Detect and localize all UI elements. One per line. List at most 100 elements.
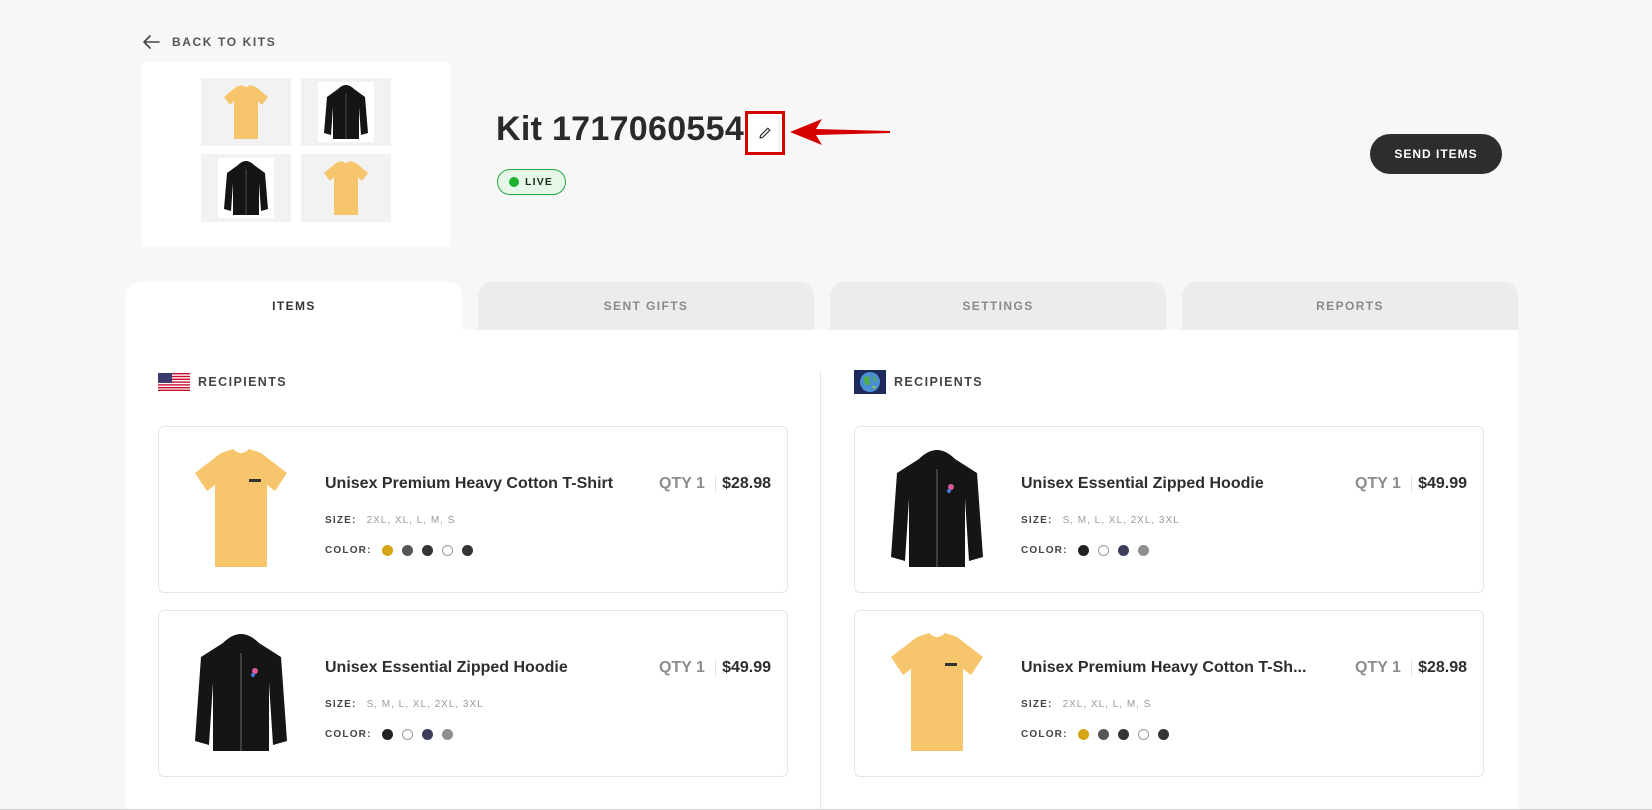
preview-hoodie-thumb — [201, 154, 291, 222]
color-swatch[interactable] — [1077, 729, 1089, 740]
color-swatch[interactable] — [421, 729, 433, 740]
us-recipients-header: RECIPIENTS — [158, 373, 287, 391]
color-swatch[interactable] — [441, 545, 453, 556]
color-swatch[interactable] — [1137, 545, 1149, 556]
size-values: 2XL, XL, L, M, S — [366, 515, 456, 526]
product-quantity: QTY 1 — [659, 475, 716, 493]
tab-items[interactable]: ITEMS — [126, 282, 462, 330]
kit-title: Kit 1717060554 — [496, 110, 745, 148]
color-swatches — [381, 729, 453, 740]
color-swatch[interactable] — [1097, 729, 1109, 740]
hoodie-image — [891, 450, 983, 567]
color-swatch[interactable] — [441, 729, 453, 740]
live-dot-icon — [509, 177, 519, 187]
annotation-arrow — [790, 119, 890, 145]
product-sizes: SIZE: S, M, L, XL, 2XL, 3XL — [1021, 515, 1180, 526]
back-to-kits-label: BACK TO KITS — [172, 35, 277, 49]
color-swatches — [1077, 729, 1169, 740]
size-values: S, M, L, XL, 2XL, 3XL — [1062, 515, 1180, 526]
arrow-left-icon — [143, 35, 160, 49]
color-swatch[interactable] — [381, 729, 393, 740]
size-label: SIZE: — [325, 699, 357, 710]
color-label: COLOR: — [325, 545, 372, 556]
size-label: SIZE: — [325, 515, 357, 526]
color-swatch[interactable] — [381, 545, 393, 556]
product-quantity: QTY 1 — [1355, 475, 1412, 493]
product-name: Unisex Premium Heavy Cotton T-Sh... — [1021, 659, 1307, 676]
product-image — [883, 627, 991, 759]
preview-hoodie-thumb — [301, 78, 391, 146]
section-divider — [820, 370, 821, 810]
color-swatch[interactable] — [401, 729, 413, 740]
product-image — [187, 627, 295, 759]
status-badge: LIVE — [497, 169, 567, 195]
status-label: LIVE — [525, 176, 554, 188]
product-colors: COLOR: — [325, 729, 453, 740]
size-label: SIZE: — [1021, 699, 1053, 710]
product-colors: COLOR: — [1021, 545, 1149, 556]
color-swatch[interactable] — [421, 545, 433, 556]
product-sizes: SIZE: S, M, L, XL, 2XL, 3XL — [325, 699, 484, 710]
product-name: Unisex Essential Zipped Hoodie — [1021, 475, 1264, 492]
product-card[interactable]: Unisex Essential Zipped Hoodie QTY 1 $49… — [854, 426, 1484, 593]
color-swatches — [381, 545, 473, 556]
product-colors: COLOR: — [1021, 729, 1169, 740]
product-quantity: QTY 1 — [1355, 659, 1412, 677]
product-card[interactable]: Unisex Essential Zipped Hoodie QTY 1 $49… — [158, 610, 788, 777]
kit-detail-page: BACK TO KITS Kit 1717060554 LIVE SEND IT… — [0, 0, 1652, 810]
us-flag-icon — [158, 373, 190, 391]
size-label: SIZE: — [1021, 515, 1053, 526]
product-card[interactable]: Unisex Premium Heavy Cotton T-Shirt QTY … — [158, 426, 788, 593]
back-to-kits-link[interactable]: BACK TO KITS — [142, 34, 276, 50]
send-items-button[interactable]: SEND ITEMS — [1370, 134, 1502, 174]
color-swatch[interactable] — [1117, 545, 1129, 556]
product-sizes: SIZE: 2XL, XL, L, M, S — [325, 515, 455, 526]
color-label: COLOR: — [1021, 729, 1068, 740]
product-colors: COLOR: — [325, 545, 473, 556]
color-label: COLOR: — [325, 729, 372, 740]
color-label: COLOR: — [1021, 545, 1068, 556]
hoodie-image — [195, 634, 287, 751]
international-recipients-header: RECIPIENTS — [854, 370, 983, 394]
size-values: S, M, L, XL, 2XL, 3XL — [366, 699, 484, 710]
color-swatches — [1077, 545, 1149, 556]
product-price: $28.98 — [722, 475, 771, 492]
product-name: Unisex Essential Zipped Hoodie — [325, 659, 568, 676]
color-swatch[interactable] — [1077, 545, 1089, 556]
tab-sent-gifts[interactable]: SENT GIFTS — [478, 282, 814, 330]
section-label: RECIPIENTS — [198, 375, 288, 389]
preview-tshirt-thumb — [201, 78, 291, 146]
product-sizes: SIZE: 2XL, XL, L, M, S — [1021, 699, 1151, 710]
product-card[interactable]: Unisex Premium Heavy Cotton T-Sh... QTY … — [854, 610, 1484, 777]
hoodie-image — [224, 161, 268, 215]
product-price: $28.98 — [1418, 659, 1467, 676]
globe-icon — [854, 370, 886, 394]
tshirt-image — [195, 449, 287, 567]
color-swatch[interactable] — [461, 545, 473, 556]
edit-kit-name-button[interactable] — [745, 111, 785, 155]
pencil-icon — [759, 127, 771, 139]
kit-preview-image — [142, 62, 450, 246]
color-swatch[interactable] — [1117, 729, 1129, 740]
size-values: 2XL, XL, L, M, S — [1062, 699, 1152, 710]
section-label: RECIPIENTS — [894, 375, 984, 389]
tab-settings[interactable]: SETTINGS — [830, 282, 1166, 330]
tshirt-image — [224, 85, 268, 139]
product-price: $49.99 — [1418, 475, 1467, 492]
product-image — [187, 443, 295, 575]
product-image — [883, 443, 991, 575]
tshirt-image — [324, 161, 368, 215]
tab-reports[interactable]: REPORTS — [1182, 282, 1518, 330]
preview-tshirt-thumb — [301, 154, 391, 222]
color-swatch[interactable] — [1137, 729, 1149, 740]
items-panel: RECIPIENTS RECIPIENTS Unisex Premium Hea… — [126, 330, 1518, 810]
tshirt-image — [891, 633, 983, 751]
product-name: Unisex Premium Heavy Cotton T-Shirt — [325, 475, 614, 492]
product-quantity: QTY 1 — [659, 659, 716, 677]
hoodie-image — [324, 85, 368, 139]
color-swatch[interactable] — [1097, 545, 1109, 556]
color-swatch[interactable] — [401, 545, 413, 556]
product-price: $49.99 — [722, 659, 771, 676]
color-swatch[interactable] — [1157, 729, 1169, 740]
kit-tabs: ITEMS SENT GIFTS SETTINGS REPORTS — [126, 282, 1518, 330]
